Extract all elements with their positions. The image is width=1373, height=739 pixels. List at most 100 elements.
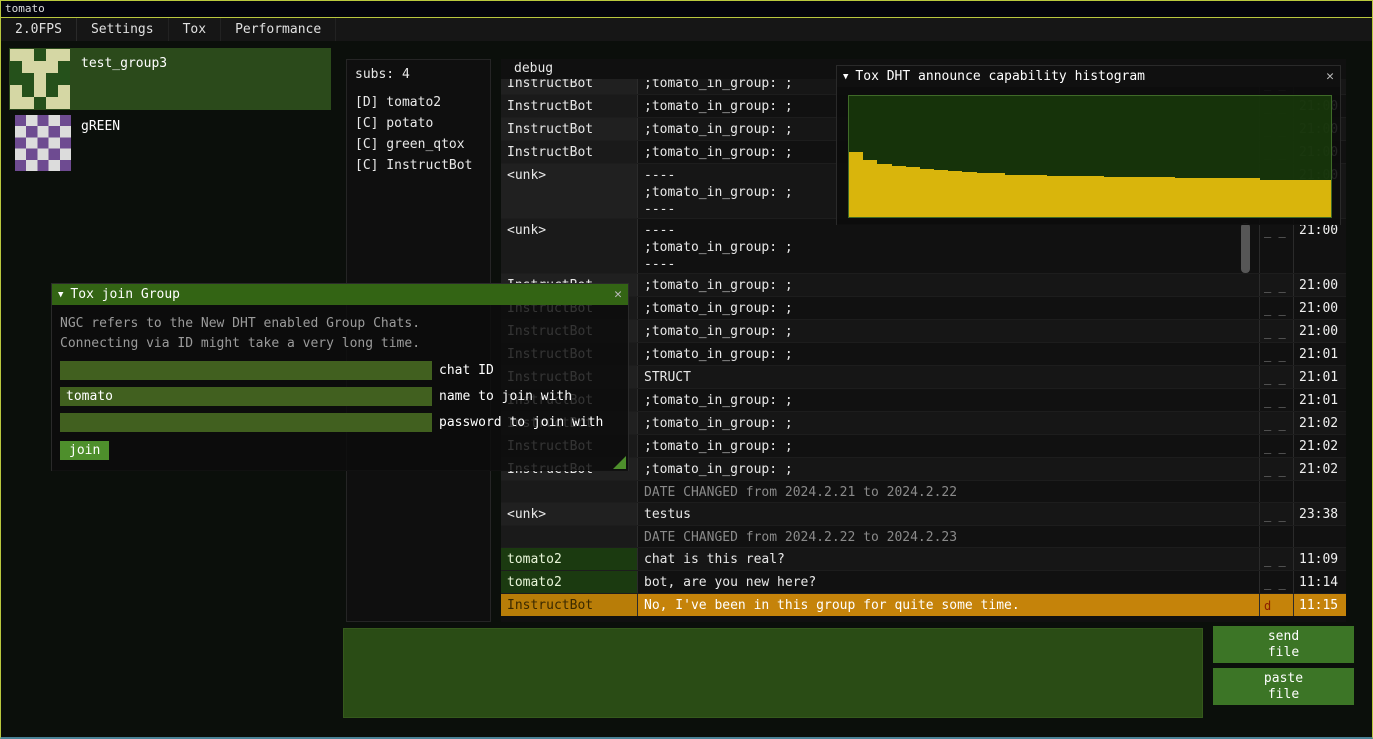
- resize-grip[interactable]: [613, 456, 626, 469]
- histogram-bar: [1175, 178, 1189, 217]
- chat-message: ;tomato_in_group: ;: [638, 274, 1259, 296]
- chat-row[interactable]: DATE CHANGED from 2024.2.21 to 2024.2.22: [501, 480, 1346, 502]
- chat-flags: _ _: [1259, 320, 1293, 342]
- chat-timestamp: 23:38: [1293, 503, 1346, 525]
- join-password-label: password to join with: [439, 415, 603, 430]
- send-file-button[interactable]: send file: [1213, 626, 1354, 663]
- peer-list-item[interactable]: [D] tomato2: [347, 92, 490, 113]
- chat-id-input[interactable]: [60, 361, 432, 380]
- join-group-titlebar[interactable]: ▼ Tox join Group ✕: [52, 284, 628, 305]
- chat-timestamp: 21:02: [1293, 458, 1346, 480]
- histogram-bar: [892, 166, 906, 217]
- chat-row[interactable]: tomato2chat is this real?_ _11:09: [501, 547, 1346, 570]
- chat-row[interactable]: <unk>---- ;tomato_in_group: ; ----_ _21:…: [501, 218, 1346, 273]
- chat-sender: tomato2: [501, 548, 638, 570]
- chat-flags: _ _: [1259, 343, 1293, 365]
- subs-count: subs: 4: [347, 60, 490, 92]
- collapse-arrow-icon[interactable]: ▼: [58, 290, 63, 300]
- chat-timestamp: 11:15: [1293, 594, 1346, 616]
- ngc-info-line: NGC refers to the New DHT enabled Group …: [60, 314, 620, 334]
- window-title: tomato: [5, 2, 45, 15]
- group-avatar: [10, 49, 70, 109]
- chat-scrollbar[interactable]: [1241, 223, 1250, 273]
- chat-row[interactable]: DATE CHANGED from 2024.2.22 to 2024.2.23: [501, 525, 1346, 547]
- chat-row[interactable]: tomato2bot, are you new here?_ _11:14: [501, 570, 1346, 593]
- collapse-arrow-icon[interactable]: ▼: [843, 72, 848, 82]
- chat-timestamp: 21:02: [1293, 412, 1346, 434]
- close-icon[interactable]: ✕: [614, 287, 622, 302]
- chat-message: testus: [638, 503, 1259, 525]
- join-button[interactable]: join: [60, 441, 109, 460]
- chat-timestamp: 21:01: [1293, 389, 1346, 411]
- chat-message: No, I've been in this group for quite so…: [638, 594, 1259, 616]
- dht-histogram-window: ▼ Tox DHT announce capability histogram …: [836, 65, 1341, 225]
- histogram-bar: [1033, 175, 1047, 217]
- histogram-bar: [1090, 176, 1104, 217]
- histogram-bar: [1317, 180, 1331, 218]
- chat-timestamp: 11:09: [1293, 548, 1346, 570]
- chat-message: STRUCT: [638, 366, 1259, 388]
- histogram-bar: [1217, 178, 1231, 217]
- histogram-bar: [1303, 180, 1317, 218]
- chat-timestamp: [1293, 526, 1346, 547]
- chat-flags: [1259, 526, 1293, 547]
- dht-histogram-titlebar[interactable]: ▼ Tox DHT announce capability histogram …: [837, 66, 1340, 87]
- chat-flags: [1259, 481, 1293, 502]
- chat-sender: [501, 481, 638, 502]
- chat-message: DATE CHANGED from 2024.2.22 to 2024.2.23: [638, 526, 1259, 547]
- chat-sender: <unk>: [501, 164, 638, 218]
- dht-histogram-body: [837, 87, 1340, 225]
- dht-histogram-plot: [848, 95, 1332, 218]
- close-icon[interactable]: ✕: [1326, 69, 1334, 84]
- message-input[interactable]: [343, 628, 1203, 718]
- debug-tab[interactable]: debug: [514, 61, 553, 76]
- join-group-body: NGC refers to the New DHT enabled Group …: [52, 305, 628, 471]
- join-name-label: name to join with: [439, 389, 572, 404]
- peer-list-item[interactable]: [C] potato: [347, 113, 490, 134]
- chat-sender: <unk>: [501, 219, 638, 273]
- chat-row[interactable]: InstructBotNo, I've been in this group f…: [501, 593, 1346, 616]
- chat-timestamp: 11:14: [1293, 571, 1346, 593]
- sidebar-item-test-group3[interactable]: test_group3: [9, 48, 331, 110]
- histogram-bar: [1104, 177, 1118, 217]
- histogram-bar: [991, 173, 1005, 217]
- histogram-bar: [1062, 176, 1076, 217]
- paste-file-button[interactable]: paste file: [1213, 668, 1354, 705]
- chat-message: ;tomato_in_group: ;: [638, 389, 1259, 411]
- histogram-bar: [1260, 180, 1274, 218]
- chat-flags: _ _: [1259, 548, 1293, 570]
- join-password-input[interactable]: [60, 413, 432, 432]
- histogram-bar: [863, 160, 877, 217]
- histogram-bar: [877, 164, 891, 217]
- join-name-input[interactable]: tomato: [60, 387, 432, 406]
- chat-timestamp: 21:00: [1293, 297, 1346, 319]
- chat-sender: [501, 526, 638, 547]
- chat-message: ;tomato_in_group: ;: [638, 297, 1259, 319]
- chat-timestamp: 21:00: [1293, 219, 1346, 273]
- histogram-bar: [1288, 180, 1302, 218]
- peer-list-item[interactable]: [C] InstructBot: [347, 155, 490, 176]
- histogram-bar: [1274, 180, 1288, 218]
- chat-flags: _ _: [1259, 297, 1293, 319]
- chat-sender: InstructBot: [501, 79, 638, 94]
- histogram-bar: [977, 173, 991, 217]
- histogram-bar: [920, 169, 934, 217]
- histogram-bar: [1019, 175, 1033, 217]
- menu-settings[interactable]: Settings: [77, 18, 169, 41]
- chat-message: ---- ;tomato_in_group: ; ----: [638, 219, 1259, 273]
- chat-flags: d: [1259, 594, 1293, 616]
- menu-tox[interactable]: Tox: [169, 18, 221, 41]
- sidebar-item-green[interactable]: gREEN: [9, 113, 331, 173]
- histogram-bar: [1132, 177, 1146, 217]
- histogram-bar: [1076, 176, 1090, 217]
- chat-flags: _ _: [1259, 435, 1293, 457]
- menu-performance[interactable]: Performance: [221, 18, 336, 41]
- histogram-bar: [1147, 177, 1161, 217]
- chat-timestamp: 21:02: [1293, 435, 1346, 457]
- join-group-window: ▼ Tox join Group ✕ NGC refers to the New…: [51, 283, 629, 471]
- peer-list-item[interactable]: [C] green_qtox: [347, 134, 490, 155]
- chat-row[interactable]: <unk>testus_ _23:38: [501, 502, 1346, 525]
- chat-flags: _ _: [1259, 412, 1293, 434]
- dht-histogram-title: Tox DHT announce capability histogram: [855, 69, 1320, 84]
- chat-sender: tomato2: [501, 571, 638, 593]
